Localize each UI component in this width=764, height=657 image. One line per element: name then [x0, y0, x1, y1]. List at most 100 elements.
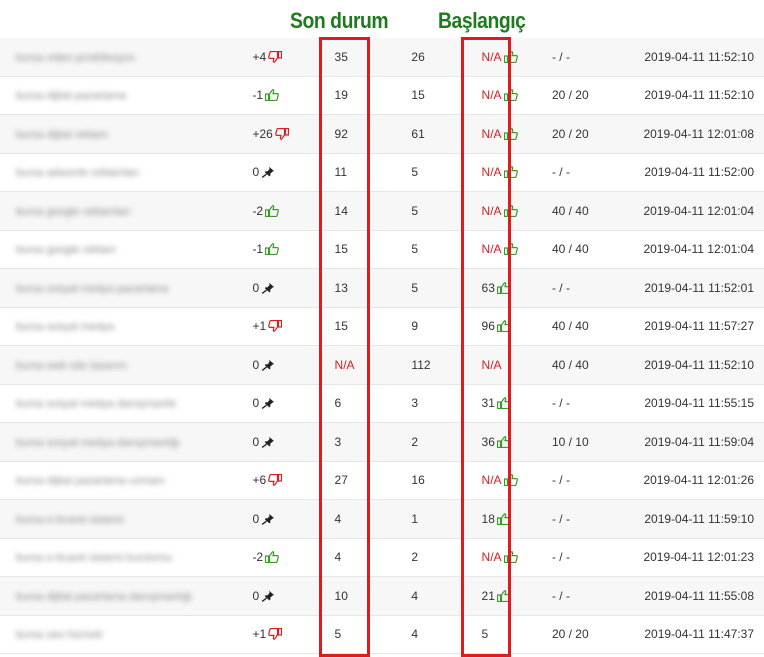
table-row[interactable]: bursa sosyal medya pazarlama 0 13 5 63- / -2… — [0, 268, 764, 308]
volume-cell: - / - — [546, 38, 644, 77]
table-row[interactable]: bursa web site tasarım 0 N/A 112 N/A 40 / 40 2… — [0, 345, 764, 385]
rank-change-value: +4 — [252, 49, 267, 64]
date-cell: 2019-04-11 11:52:10 — [643, 76, 764, 115]
previous-rank-value: 112 — [411, 357, 431, 372]
keyword-text: bursa sosyal medya danışmanlık — [16, 398, 177, 411]
keyword-text: bursa video prodüksiyon — [16, 51, 136, 64]
pin-icon — [261, 590, 275, 602]
keyword-text: bursa web site tasarım — [16, 359, 127, 372]
keyword-text: bursa e-ticaret sistemi kurulumu — [16, 552, 172, 565]
previous-rank-value: 61 — [411, 126, 425, 141]
rank-change-value: +1 — [252, 319, 267, 334]
volume-value: 20 / 20 — [551, 88, 589, 103]
rank-change-value: -2 — [252, 203, 264, 218]
previous-rank-value: 5 — [411, 165, 419, 180]
volume-cell: 40 / 40 — [546, 191, 644, 231]
volume-value: - / - — [551, 165, 570, 180]
keyword-cell: bursa dijital reklam — [0, 114, 241, 154]
rank-change-cell: 0 — [240, 499, 327, 539]
table-row[interactable]: bursa google reklamları -2 14 5 N/A 40 / 40 20… — [0, 191, 764, 231]
table-row[interactable]: bursa seo hizmeti +1 5 4 5 20 / 20 2019-04-11 … — [0, 615, 764, 654]
thumb-up-icon — [265, 243, 280, 256]
date-value: 2019-04-11 12:01:04 — [643, 242, 754, 257]
volume-cell: - / - — [546, 384, 644, 423]
previous-rank-value: 4 — [411, 627, 419, 642]
thumb-up-icon — [265, 89, 280, 102]
rank-change-value: +1 — [252, 627, 267, 642]
keyword-cell: bursa video prodüksiyon — [0, 38, 241, 77]
volume-cell: - / - — [546, 576, 644, 616]
volume-value: - / - — [551, 473, 570, 488]
rank-change-value: 0 — [252, 280, 260, 295]
rank-change-cell: +4 — [240, 38, 327, 77]
table-row[interactable]: bursa video prodüksiyon +4 35 26 N/A - / -201… — [0, 38, 764, 77]
table-row[interactable]: bursa sosyal medya +1 15 9 96 40 / 40 2019-04-… — [0, 307, 764, 346]
date-value: 2019-04-11 11:52:01 — [644, 280, 754, 295]
table-row[interactable]: bursa dijital pazarlama uzmanı +6 27 16 N/A -… — [0, 461, 764, 500]
volume-value: 40 / 40 — [551, 203, 589, 218]
date-value: 2019-04-11 11:55:08 — [644, 588, 754, 603]
volume-cell: 20 / 20 — [546, 76, 644, 115]
volume-value: - / - — [551, 49, 570, 64]
rank-change-cell: 0 — [240, 422, 327, 462]
thumb-down-icon — [268, 320, 283, 333]
date-value: 2019-04-11 12:01:08 — [643, 126, 754, 141]
keyword-cell: bursa sosyal medya danışmanlık — [0, 384, 241, 423]
rank-change-value: -2 — [252, 550, 264, 565]
volume-value: 40 / 40 — [551, 319, 589, 334]
table-row[interactable]: bursa dijital pazarlama -1 19 15 N/A 20 / 20 2… — [0, 76, 764, 115]
date-cell: 2019-04-11 11:52:00 — [643, 153, 764, 192]
rank-change-value: 0 — [252, 396, 260, 411]
table-row[interactable]: bursa google reklam -1 15 5 N/A 40 / 40 2019-0… — [0, 230, 764, 269]
date-cell: 2019-04-11 11:57:27 — [643, 307, 764, 346]
volume-cell: 40 / 40 — [546, 345, 644, 385]
rank-change-cell: +1 — [240, 615, 327, 654]
volume-value: 10 / 10 — [551, 434, 589, 449]
volume-cell: 20 / 20 — [546, 615, 644, 654]
table-row[interactable]: bursa sosyal medya danışmanlığı 0 3 2 36 10 /… — [0, 422, 764, 462]
rank-change-value: 0 — [252, 588, 260, 603]
table-row[interactable]: bursa e-ticaret sistemi 0 4 1 18- / -2019-04… — [0, 499, 764, 539]
rank-change-cell: -2 — [240, 538, 327, 577]
rank-change-cell: 0 — [240, 153, 327, 192]
date-value: 2019-04-11 11:59:10 — [644, 511, 754, 526]
table-row[interactable]: bursa adwords reklamları 0 11 5 N/A - / -2019… — [0, 153, 764, 192]
rank-change-cell: 0 — [240, 576, 327, 616]
rank-table-body: bursa video prodüksiyon +4 35 26 N/A - / -201… — [0, 38, 764, 654]
keyword-text: bursa google reklamları — [16, 205, 131, 218]
rank-change-cell: 0 — [240, 345, 327, 385]
baslangic-heading: Başlangıç — [438, 8, 526, 33]
keyword-cell: bursa e-ticaret sistemi kurulumu — [0, 538, 241, 577]
volume-value: - / - — [551, 280, 570, 295]
keyword-cell: bursa sosyal medya pazarlama — [0, 268, 241, 308]
volume-cell: 40 / 40 — [546, 307, 644, 346]
volume-cell: - / - — [546, 268, 644, 308]
keyword-cell: bursa google reklamları — [0, 191, 241, 231]
rank-change-cell: 0 — [240, 268, 327, 308]
volume-value: 40 / 40 — [551, 357, 589, 372]
date-value: 2019-04-11 11:52:10 — [644, 357, 754, 372]
rank-change-value: 0 — [252, 165, 260, 180]
keyword-text: bursa sosyal medya pazarlama — [16, 282, 169, 295]
rank-change-value: +26 — [252, 126, 273, 141]
volume-cell: - / - — [546, 538, 644, 577]
rank-change-value: -1 — [252, 88, 264, 103]
table-row[interactable]: bursa e-ticaret sistemi kurulumu -2 4 2 N/A -… — [0, 538, 764, 577]
date-cell: 2019-04-11 12:01:23 — [643, 538, 764, 577]
table-row[interactable]: bursa sosyal medya danışmanlık 0 6 3 31- / -… — [0, 384, 764, 423]
pin-icon — [261, 166, 275, 179]
previous-rank-value: 16 — [411, 473, 425, 488]
table-row[interactable]: bursa dijital reklam +26 92 61 N/A 20 / 20 201… — [0, 114, 764, 154]
thumb-up-icon — [265, 204, 280, 217]
volume-cell: - / - — [546, 461, 644, 500]
rank-change-value: 0 — [252, 434, 260, 449]
volume-cell: 10 / 10 — [546, 422, 644, 462]
table-row[interactable]: bursa dijital pazarlama danışmanlığı 0 10 4… — [0, 576, 764, 616]
date-cell: 2019-04-11 11:59:04 — [643, 422, 764, 462]
pin-icon — [261, 282, 275, 294]
thumb-up-icon — [265, 551, 280, 564]
date-cell: 2019-04-11 12:01:04 — [643, 191, 764, 231]
keyword-text: bursa dijital pazarlama — [16, 90, 127, 103]
date-value: 2019-04-11 11:52:10 — [644, 88, 754, 103]
previous-rank-value: 15 — [411, 88, 425, 103]
